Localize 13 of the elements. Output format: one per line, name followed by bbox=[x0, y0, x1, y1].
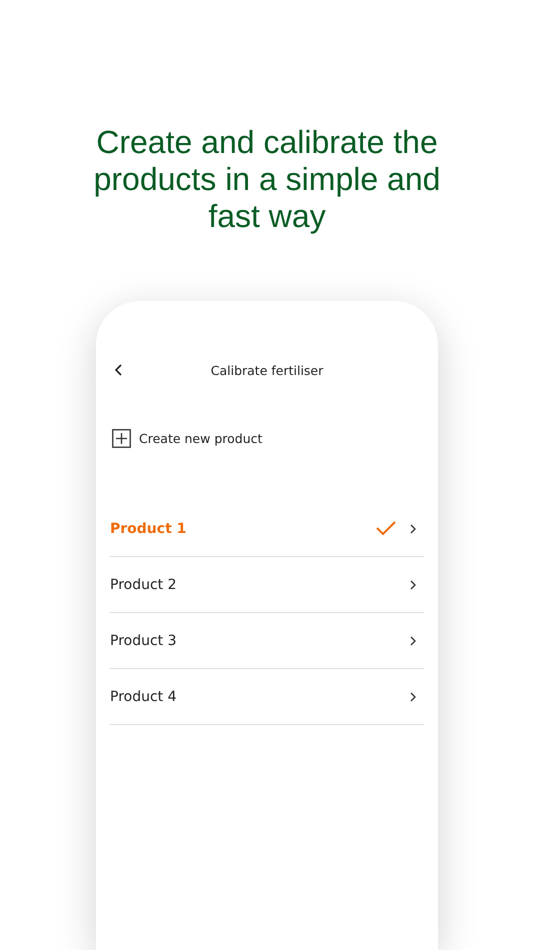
chevron-right-icon bbox=[410, 524, 416, 534]
create-product-button[interactable]: Create new product bbox=[110, 429, 262, 448]
headline: Create and calibrate the products in a simple and fast way bbox=[92, 124, 442, 235]
back-icon[interactable] bbox=[114, 363, 124, 377]
checkmark-icon bbox=[376, 521, 396, 536]
screen-title: Calibrate fertiliser bbox=[210, 362, 324, 378]
chevron-right-icon bbox=[410, 636, 416, 646]
chevron-right-icon bbox=[410, 692, 416, 702]
product-item[interactable]: Product 3 bbox=[110, 613, 424, 669]
product-item[interactable]: Product 4 bbox=[110, 669, 424, 725]
plus-square-icon bbox=[112, 429, 131, 448]
chevron-right-icon bbox=[410, 580, 416, 590]
product-item[interactable]: Product 2 bbox=[110, 557, 424, 613]
